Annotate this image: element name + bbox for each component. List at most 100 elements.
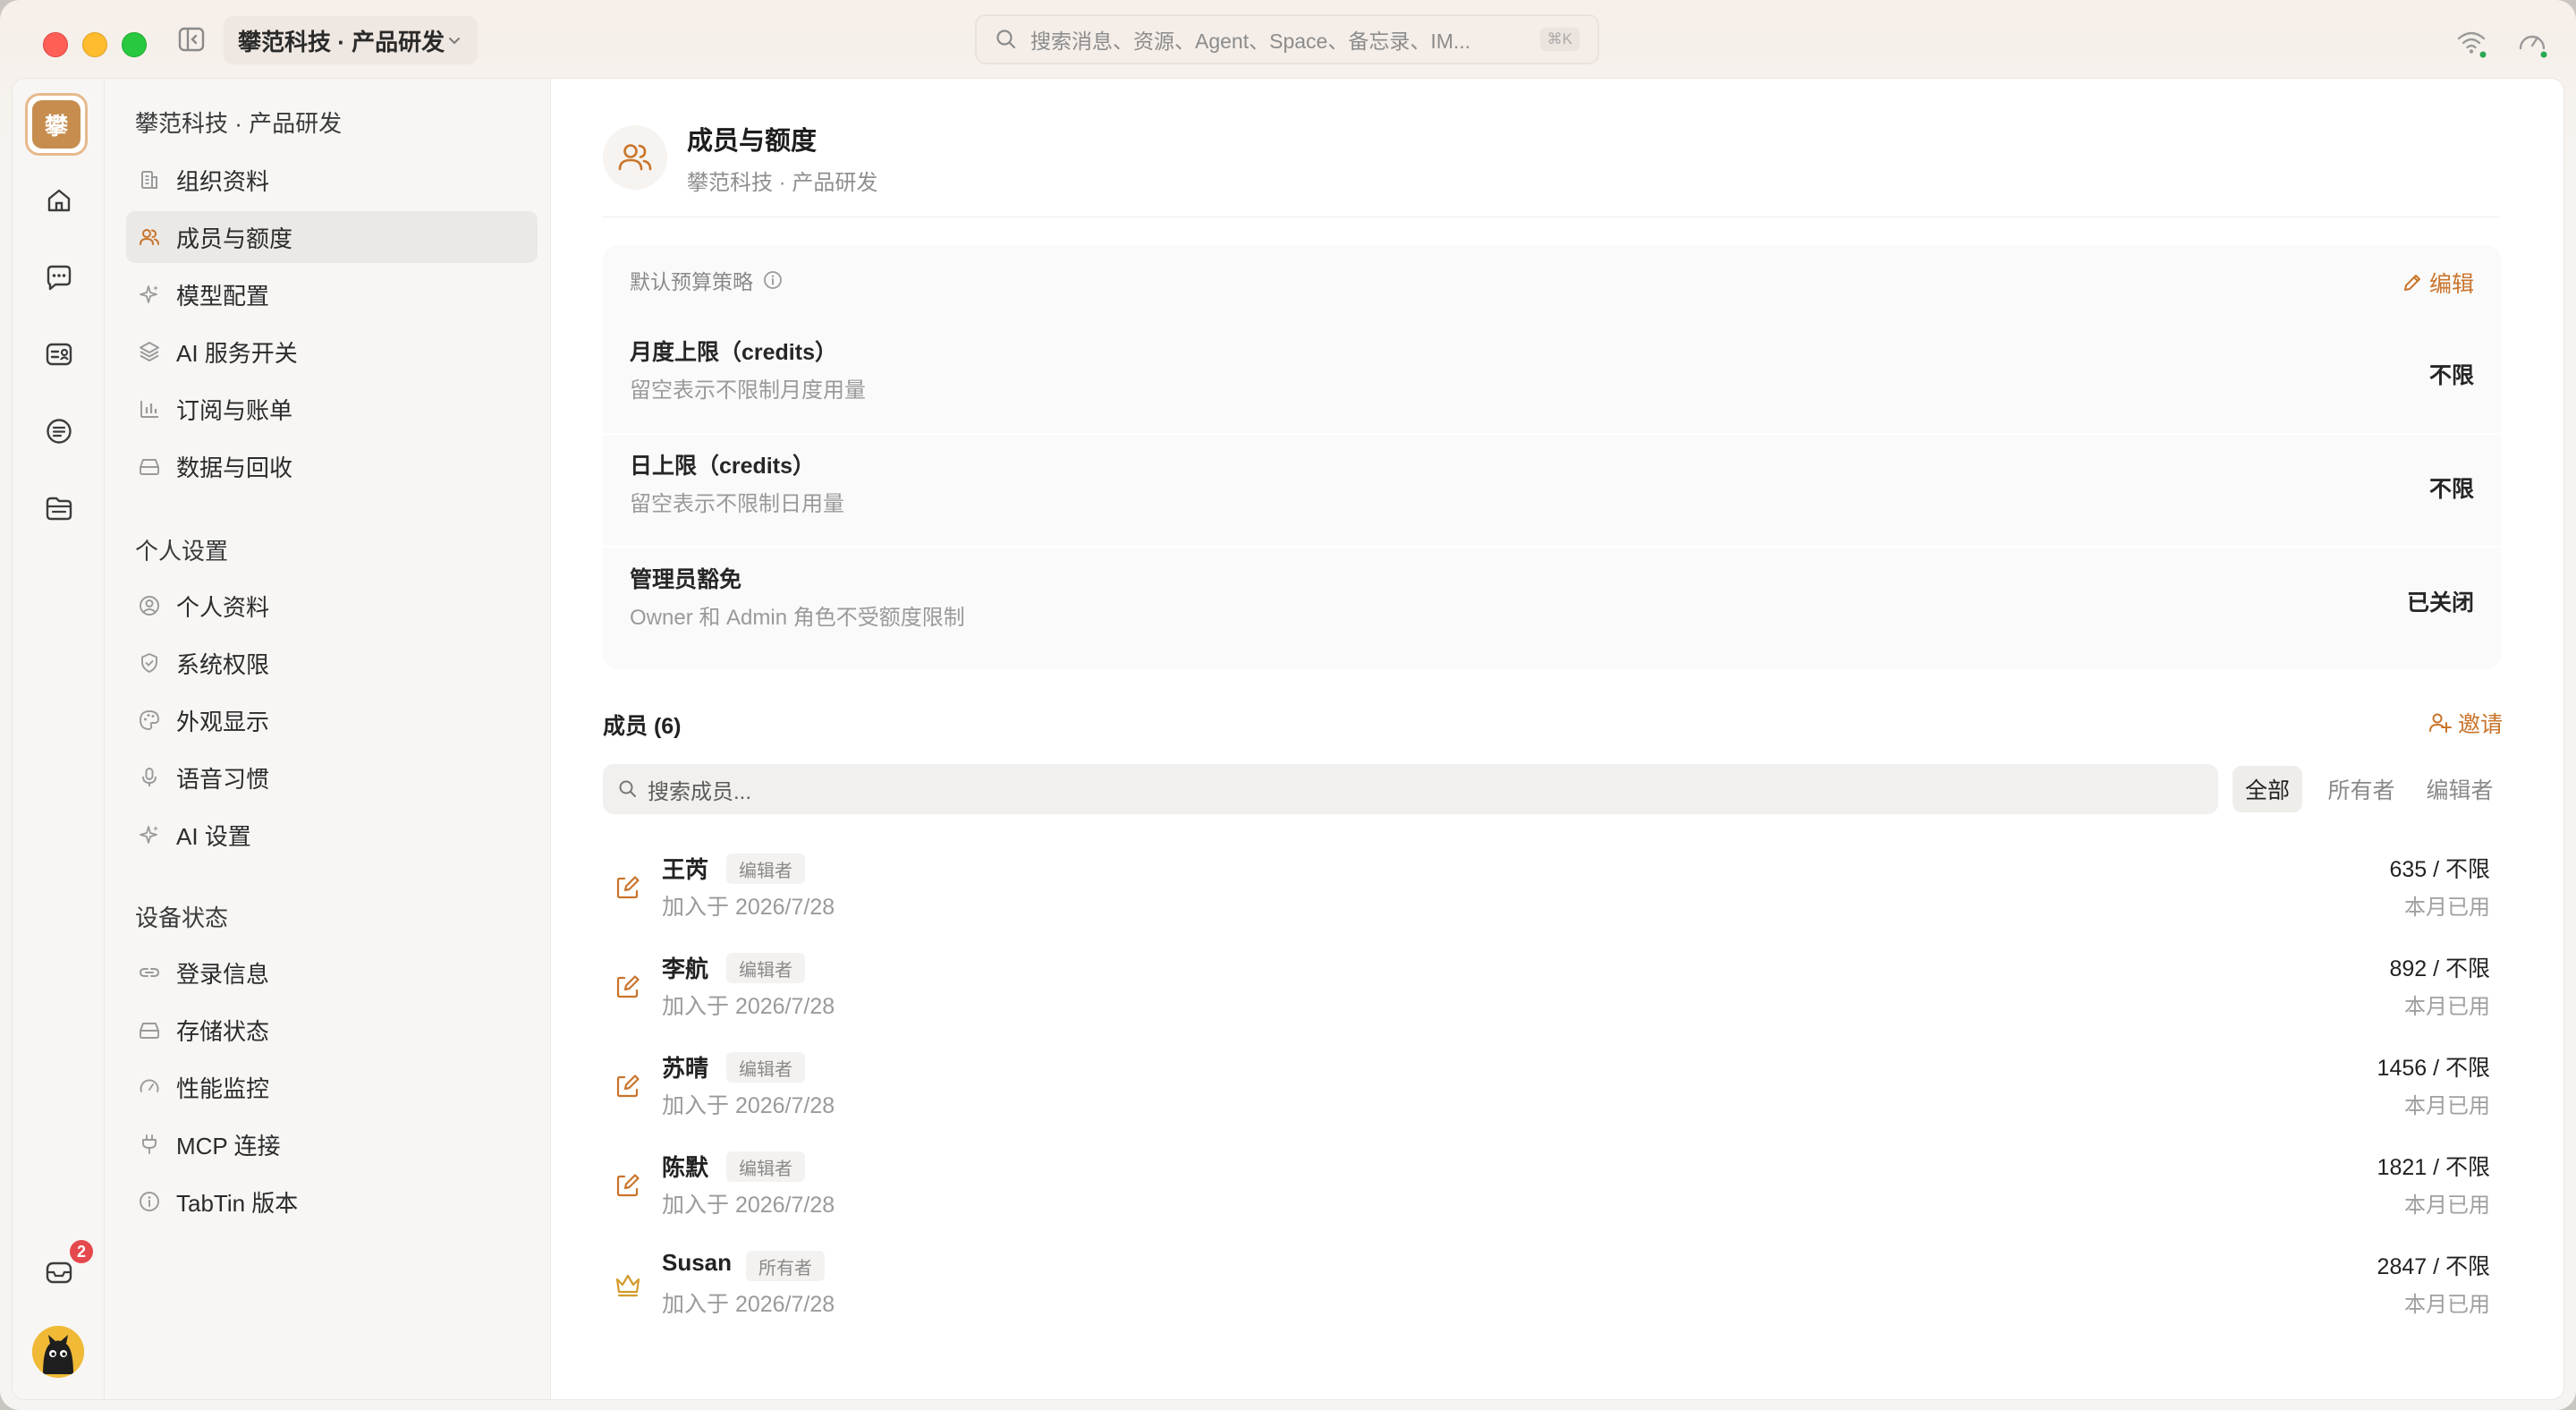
- nav-item-members-quota[interactable]: 成员与额度: [126, 211, 538, 263]
- edit-policy-button[interactable]: 编辑: [2401, 267, 2474, 299]
- nav-item-label: TabTin 版本: [176, 1189, 299, 1217]
- link-icon: [137, 960, 162, 985]
- drive-icon: [137, 454, 162, 479]
- sidebar-toggle-icon[interactable]: [177, 25, 206, 54]
- folder-icon[interactable]: [43, 492, 75, 524]
- edit-icon: [612, 1169, 644, 1202]
- nav-item-mcp-connection[interactable]: MCP 连接: [126, 1118, 538, 1170]
- filter-tab-owners[interactable]: 所有者: [2318, 766, 2404, 812]
- wifi-icon[interactable]: [2454, 25, 2488, 59]
- avatar[interactable]: [32, 1326, 84, 1378]
- title-bar: 攀范科技 · 产品研发 搜索消息、资源、Agent、Space、备忘录、IM..…: [0, 0, 2576, 79]
- policy-row-value: 已关闭: [2406, 590, 2474, 616]
- policy-label: 默认预算策略: [630, 265, 784, 295]
- nav-item-ai-settings[interactable]: AI 设置: [126, 809, 538, 861]
- nav-item-label: 语音习惯: [176, 765, 270, 793]
- notes-icon[interactable]: [43, 415, 75, 447]
- member-row[interactable]: 李航 编辑者 加入于 2026/7/28 892 / 不限 本月已用: [603, 944, 2501, 1042]
- role-badge: 编辑者: [726, 1151, 805, 1182]
- icon-rail: 攀 2: [13, 79, 105, 1399]
- shield-icon: [137, 650, 162, 675]
- nav-item-label: 性能监控: [176, 1074, 270, 1102]
- role-badge: 编辑者: [726, 1052, 805, 1083]
- member-search-input[interactable]: 搜索成员...: [603, 764, 2218, 814]
- policy-row-daily: 日上限（credits） 留空表示不限制日用量 不限: [630, 439, 2474, 538]
- home-icon[interactable]: [43, 184, 75, 217]
- edit-label: 编辑: [2428, 272, 2474, 297]
- search-icon: [995, 28, 1018, 51]
- usage-label: 本月已用: [2404, 1293, 2490, 1317]
- invite-label: 邀请: [2458, 712, 2504, 737]
- chevron-down-icon: [445, 31, 463, 49]
- nav-item-label: 登录信息: [176, 960, 270, 988]
- app-window: 攀范科技 · 产品研发 搜索消息、资源、Agent、Space、备忘录、IM..…: [0, 0, 2576, 1410]
- filter-tab-editors[interactable]: 编辑者: [2417, 766, 2503, 812]
- nav-item-label: 成员与额度: [176, 225, 293, 252]
- nav-item-storage-status[interactable]: 存储状态: [126, 1004, 538, 1056]
- member-name: 李航: [662, 956, 709, 982]
- nav-item-system-permissions[interactable]: 系统权限: [126, 637, 538, 689]
- role-badge: 所有者: [746, 1251, 825, 1281]
- users-icon: [137, 225, 162, 250]
- palette-icon: [137, 708, 162, 733]
- nav-item-personal-profile[interactable]: 个人资料: [126, 580, 538, 632]
- member-row[interactable]: Susan 所有者 加入于 2026/7/28 2847 / 不限 本月已用: [603, 1242, 2501, 1340]
- inbox-icon[interactable]: [43, 1256, 75, 1288]
- nav-item-label: 组织资料: [176, 167, 270, 195]
- nav-item-label: 外观显示: [176, 708, 270, 735]
- member-joined: 加入于 2026/7/28: [662, 1093, 835, 1118]
- edit-icon: [612, 971, 644, 1003]
- chat-icon[interactable]: [43, 261, 75, 293]
- nav-item-performance[interactable]: 性能监控: [126, 1061, 538, 1113]
- workspace-switcher[interactable]: 攀范科技 · 产品研发: [224, 16, 478, 64]
- contacts-icon[interactable]: [43, 338, 75, 370]
- nav-item-appearance[interactable]: 外观显示: [126, 694, 538, 746]
- sparkle-icon: [137, 822, 162, 847]
- member-joined: 加入于 2026/7/28: [662, 1193, 835, 1218]
- nav-item-model-config[interactable]: 模型配置: [126, 268, 538, 320]
- nav-item-data-recycle[interactable]: 数据与回收: [126, 440, 538, 492]
- usage-label: 本月已用: [2404, 995, 2490, 1019]
- member-joined: 加入于 2026/7/28: [662, 895, 835, 920]
- filter-tab-all[interactable]: 全部: [2233, 766, 2302, 812]
- plug-icon: [137, 1132, 162, 1157]
- nav-item-billing[interactable]: 订阅与账单: [126, 383, 538, 435]
- global-search-input[interactable]: 搜索消息、资源、Agent、Space、备忘录、IM... ⌘K: [975, 14, 1599, 64]
- minimize-window-button[interactable]: [82, 32, 107, 57]
- member-usage: 892 / 不限: [2389, 956, 2490, 981]
- settings-sidebar: 攀范科技 · 产品研发 组织资料 成员与额度 模型配置 AI 服务开关 订阅与账…: [105, 79, 551, 1399]
- edit-icon: [612, 871, 644, 904]
- member-row[interactable]: 王芮 编辑者 加入于 2026/7/28 635 / 不限 本月已用: [603, 845, 2501, 943]
- bar-chart-icon: [137, 396, 162, 421]
- member-usage: 1821 / 不限: [2377, 1155, 2490, 1180]
- member-usage: 1456 / 不限: [2377, 1056, 2490, 1081]
- member-row[interactable]: 苏晴 编辑者 加入于 2026/7/28 1456 / 不限 本月已用: [603, 1043, 2501, 1142]
- workspace-logo[interactable]: 攀: [25, 93, 88, 156]
- close-window-button[interactable]: [43, 32, 68, 57]
- pencil-icon: [2401, 271, 2424, 294]
- nav-item-voice-habits[interactable]: 语音习惯: [126, 752, 538, 803]
- page-title: 成员与额度: [687, 127, 818, 156]
- nav-item-label: 订阅与账单: [176, 396, 293, 424]
- nav-item-org-profile[interactable]: 组织资料: [126, 154, 538, 206]
- info-icon[interactable]: [762, 269, 784, 291]
- divider: [603, 433, 2501, 435]
- nav-item-label: AI 服务开关: [176, 339, 298, 367]
- performance-gauge-icon[interactable]: [2515, 25, 2549, 59]
- policy-label-text: 默认预算策略: [630, 270, 753, 293]
- member-row[interactable]: 陈默 编辑者 加入于 2026/7/28 1821 / 不限 本月已用: [603, 1142, 2501, 1241]
- nav-item-label: 系统权限: [176, 650, 270, 678]
- building-icon: [137, 167, 162, 192]
- search-shortcut: ⌘K: [1539, 28, 1580, 51]
- divider: [603, 546, 2501, 548]
- maximize-window-button[interactable]: [122, 32, 147, 57]
- invite-button[interactable]: 邀请: [2428, 707, 2503, 739]
- nav-item-version[interactable]: TabTin 版本: [126, 1176, 538, 1227]
- add-user-icon: [2428, 710, 2453, 735]
- drive-icon: [137, 1017, 162, 1042]
- crown-icon: [612, 1269, 644, 1301]
- nav-item-ai-service-switch[interactable]: AI 服务开关: [126, 326, 538, 378]
- role-badge: 编辑者: [726, 854, 805, 884]
- nav-item-login-info[interactable]: 登录信息: [126, 947, 538, 998]
- user-circle-icon: [137, 593, 162, 618]
